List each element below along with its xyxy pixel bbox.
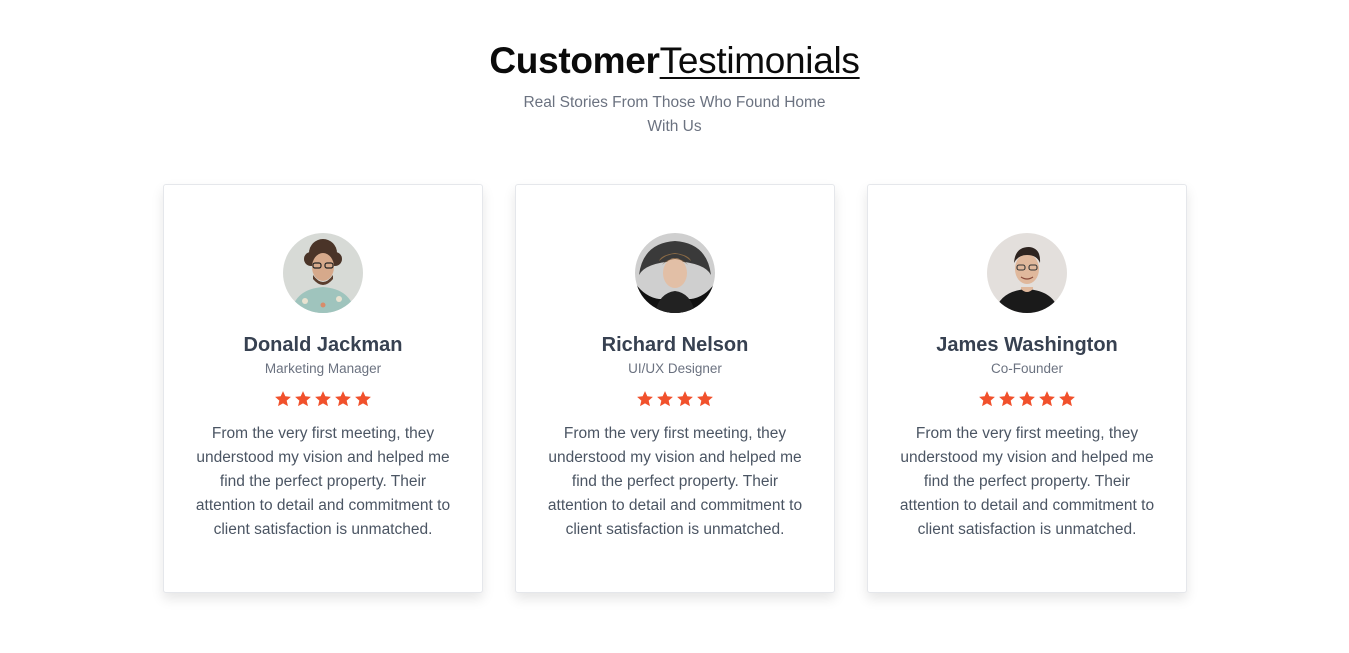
star-icon xyxy=(677,391,693,407)
star-icon xyxy=(657,391,673,407)
avatar xyxy=(635,233,715,313)
rating-stars xyxy=(868,390,1186,414)
star-icon xyxy=(1019,391,1035,407)
testimonial-role: UI/UX Designer xyxy=(628,361,722,376)
testimonial-card: Richard Nelson UI/UX Designer From the v… xyxy=(515,184,835,593)
rating-stars xyxy=(164,390,482,414)
testimonial-name: James Washington xyxy=(936,334,1118,356)
star-icon xyxy=(335,391,351,407)
star-icon xyxy=(275,391,291,407)
star-icon xyxy=(979,391,995,407)
star-icon xyxy=(1039,391,1055,407)
star-icon xyxy=(999,391,1015,407)
testimonial-quote: From the very first meeting, they unders… xyxy=(899,425,1155,538)
avatar xyxy=(283,233,363,313)
star-icon xyxy=(295,391,311,407)
star-icon xyxy=(637,391,653,407)
star-icon xyxy=(355,391,371,407)
star-icon xyxy=(697,391,713,407)
avatar xyxy=(987,233,1067,313)
testimonial-role: Co-Founder xyxy=(990,361,1064,376)
title-light: Testimonials xyxy=(659,40,860,81)
star-icon xyxy=(315,391,331,407)
testimonial-card: Donald Jackman Marketing Manager From th… xyxy=(163,184,483,593)
testimonial-cards: Donald Jackman Marketing Manager From th… xyxy=(163,184,1187,593)
testimonial-card: James Washington Co-Founder From the ver… xyxy=(867,184,1187,593)
testimonial-name: Donald Jackman xyxy=(243,334,403,356)
section-subtitle: Real Stories From Those Who Found Home W… xyxy=(523,94,826,135)
section-header: CustomerTestimonials Real Stories From T… xyxy=(0,38,1349,139)
testimonial-quote: From the very first meeting, they unders… xyxy=(547,425,803,538)
star-icon xyxy=(1059,391,1075,407)
title-bold: Customer xyxy=(489,40,660,81)
section-title: CustomerTestimonials xyxy=(0,38,1349,84)
testimonial-quote: From the very first meeting, they unders… xyxy=(195,425,451,538)
rating-stars xyxy=(516,390,834,414)
testimonial-name: Richard Nelson xyxy=(601,334,749,356)
testimonial-role: Marketing Manager xyxy=(264,361,382,376)
